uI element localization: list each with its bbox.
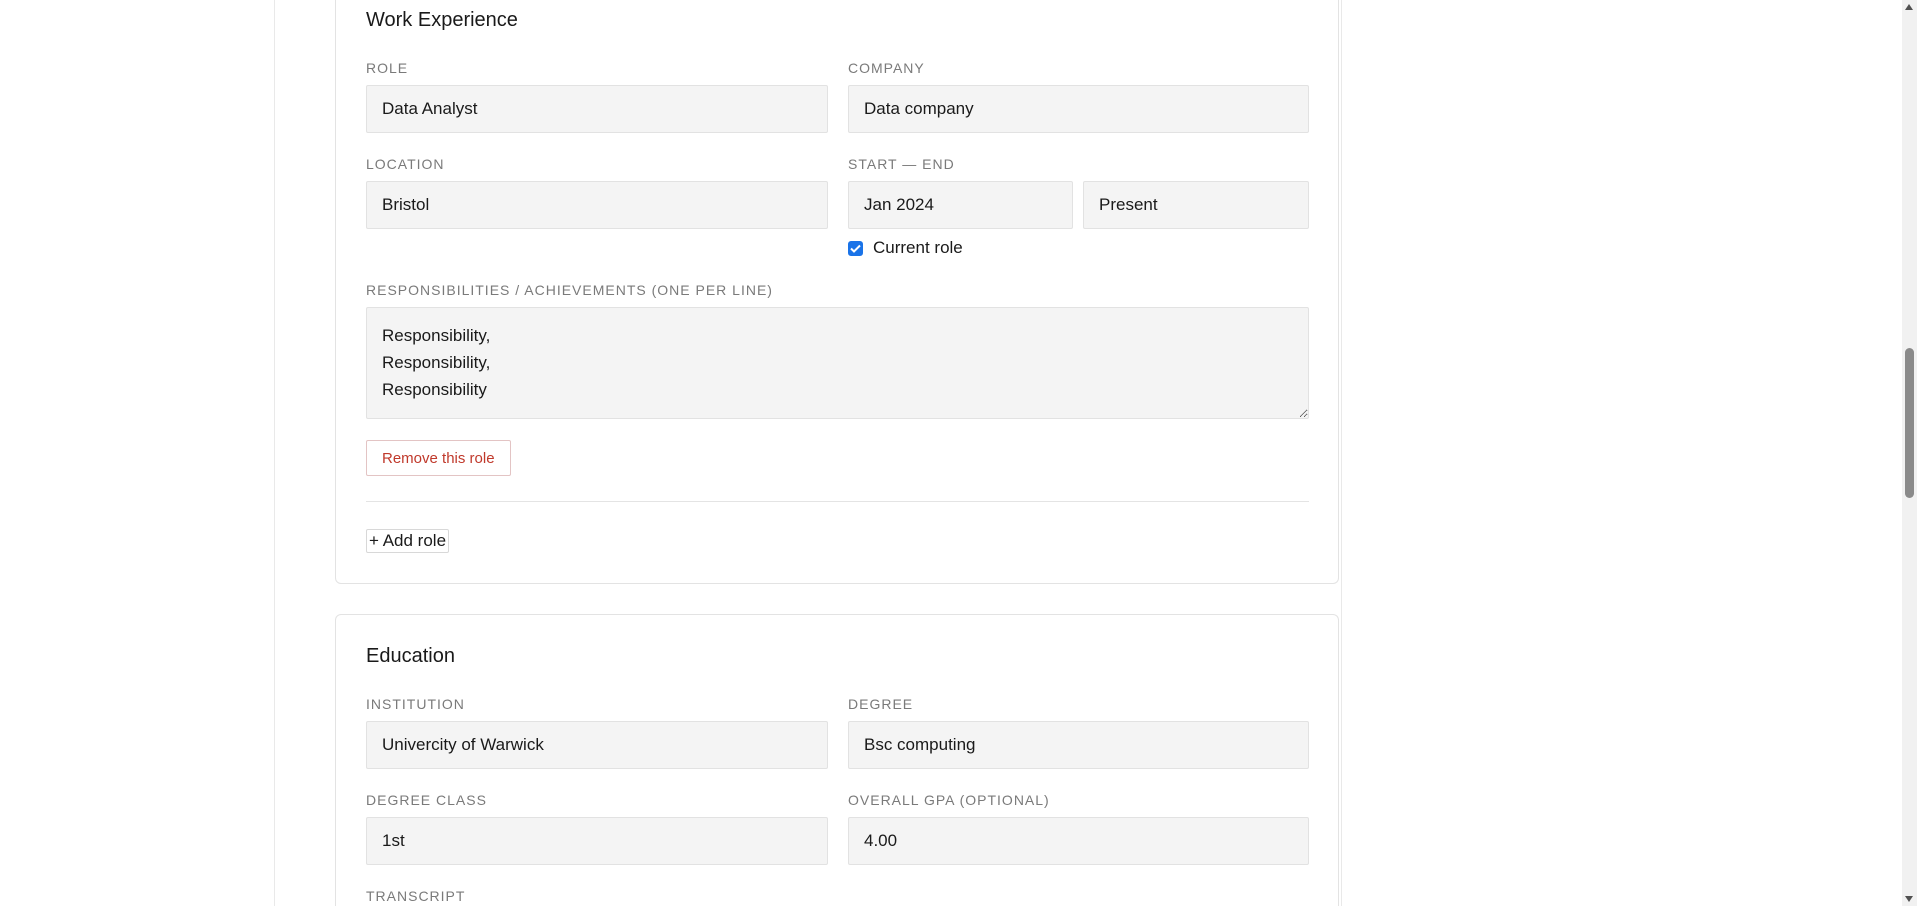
checkmark-icon xyxy=(850,244,861,253)
institution-input[interactable] xyxy=(366,721,828,769)
institution-label: Institution xyxy=(366,696,465,712)
start-date-input[interactable] xyxy=(848,181,1073,229)
page: Work Experience Role Company Location St… xyxy=(0,0,1917,906)
role-input[interactable] xyxy=(366,85,828,133)
end-date-input[interactable] xyxy=(1083,181,1309,229)
section-divider xyxy=(366,501,1309,502)
role-label: Role xyxy=(366,60,409,76)
transcript-label: Transcript xyxy=(366,888,466,904)
company-input[interactable] xyxy=(848,85,1309,133)
location-label: Location xyxy=(366,156,445,172)
degree-class-label: Degree class xyxy=(366,792,487,808)
start-end-label: Start — End xyxy=(848,156,955,172)
current-role-label: Current role xyxy=(873,238,963,257)
current-role-checkbox-row[interactable]: Current role xyxy=(848,238,963,258)
scrollbar-thumb[interactable] xyxy=(1905,348,1914,498)
education-title: Education xyxy=(366,645,455,667)
add-role-button[interactable]: + Add role xyxy=(366,529,450,553)
location-input[interactable] xyxy=(366,181,828,229)
scroll-down-icon[interactable] xyxy=(1905,896,1913,902)
gpa-label: Overall GPA (optional) xyxy=(848,792,1050,808)
degree-input[interactable] xyxy=(848,721,1309,769)
responsibilities-label: Responsibilities / Achievements (one per… xyxy=(366,282,773,298)
scroll-up-icon[interactable] xyxy=(1905,4,1913,10)
responsibilities-textarea[interactable]: Responsibility, Responsibility, Responsi… xyxy=(366,307,1309,419)
page-scrollbar[interactable] xyxy=(1902,0,1917,906)
gpa-input[interactable] xyxy=(848,817,1309,865)
company-label: Company xyxy=(848,60,925,76)
current-role-checkbox[interactable] xyxy=(848,240,863,256)
remove-role-button[interactable]: Remove this role xyxy=(366,440,511,476)
degree-label: Degree xyxy=(848,696,914,712)
degree-class-input[interactable] xyxy=(366,817,828,865)
work-experience-title: Work Experience xyxy=(366,9,518,31)
